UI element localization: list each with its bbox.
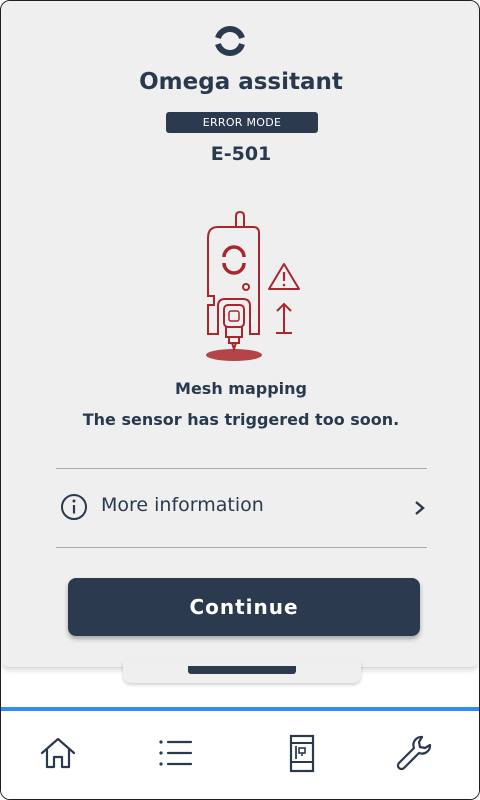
sheet-pull-tab[interactable]: [123, 661, 361, 683]
wrench-icon: [396, 735, 432, 771]
continue-button[interactable]: Continue: [68, 578, 420, 636]
sensor-error-illustration: [206, 211, 300, 361]
error-code: E-501: [210, 143, 272, 165]
error-sheet: Omega assitant ERROR MODE E-501 Mesh map…: [2, 1, 478, 668]
divider-bottom: [56, 547, 427, 548]
nav-printer[interactable]: [282, 733, 322, 773]
chevron-right-icon: [415, 501, 425, 515]
info-icon: [61, 494, 87, 520]
mode-badge: ERROR MODE: [166, 112, 318, 133]
printer-icon: [289, 734, 315, 773]
sheet-handle[interactable]: [188, 666, 296, 674]
more-information-row[interactable]: More information: [56, 469, 427, 547]
bottom-nav: [1, 707, 479, 799]
error-message: The sensor has triggered too soon.: [82, 410, 400, 429]
nav-home[interactable]: [38, 733, 78, 773]
nav-tools[interactable]: [393, 733, 433, 773]
home-icon: [40, 737, 76, 769]
omega-logo-icon: [215, 26, 245, 56]
page-title: Omega assitant: [139, 69, 343, 95]
nav-list[interactable]: [155, 733, 195, 773]
more-information-label: More information: [101, 494, 264, 516]
error-heading: Mesh mapping: [175, 379, 307, 398]
list-icon: [159, 740, 193, 766]
app-frame: Omega assitant ERROR MODE E-501 Mesh map…: [0, 0, 480, 800]
